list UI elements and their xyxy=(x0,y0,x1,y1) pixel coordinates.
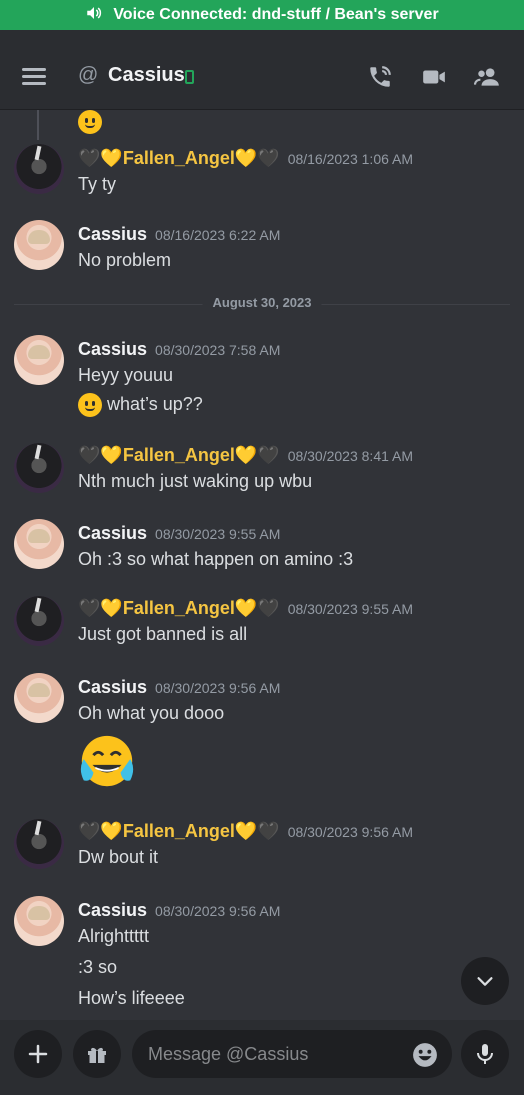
reply-connector xyxy=(37,110,39,140)
at-symbol: @ xyxy=(78,64,99,86)
voice-connected-bar[interactable]: Voice Connected: dnd-stuff / Bean's serv… xyxy=(0,0,524,30)
voice-message-button[interactable] xyxy=(461,1030,509,1078)
avatar[interactable] xyxy=(14,519,64,569)
message-text: Ty ty xyxy=(78,174,117,194)
date-divider: August 30, 2023 xyxy=(14,294,510,314)
joy-emoji-icon xyxy=(76,730,138,792)
message-input[interactable] xyxy=(132,1030,452,1078)
message-text: what’s up?? xyxy=(107,393,203,414)
gift-icon xyxy=(88,1047,106,1063)
mobile-status-icon xyxy=(185,70,194,84)
avatar[interactable] xyxy=(14,335,64,385)
plus-icon xyxy=(28,1044,48,1064)
avatar[interactable] xyxy=(14,443,64,493)
username[interactable]: Cassius xyxy=(78,224,147,244)
timestamp: 08/30/2023 8:41 AM xyxy=(287,448,414,464)
message-text: How’s lifeeee xyxy=(78,988,185,1008)
emoji-picker-icon[interactable] xyxy=(412,1042,438,1068)
voice-call-icon[interactable] xyxy=(366,64,394,90)
page-title[interactable]: Cassius xyxy=(108,64,185,87)
channel-header: @ Cassius xyxy=(0,30,524,110)
gift-button[interactable] xyxy=(73,1030,121,1078)
timestamp: 08/30/2023 9:55 AM xyxy=(155,526,281,542)
add-attachment-button[interactable] xyxy=(14,1030,62,1078)
avatar[interactable] xyxy=(14,220,64,270)
username[interactable]: Cassius xyxy=(78,523,147,543)
timestamp: 08/30/2023 9:56 AM xyxy=(155,903,281,919)
speaker-icon xyxy=(85,4,103,27)
message-text: Oh :3 so what happen on amino :3 xyxy=(78,549,354,569)
avatar[interactable] xyxy=(14,819,64,869)
timestamp: 08/30/2023 9:56 AM xyxy=(155,680,281,696)
message-text: Nth much just waking up wbu xyxy=(78,471,313,491)
voice-connected-text: Voice Connected: dnd-stuff / Bean's serv… xyxy=(113,6,439,23)
scroll-to-bottom-button[interactable] xyxy=(461,957,509,1005)
username[interactable]: Cassius xyxy=(78,900,147,920)
message-text: Heyy youuu xyxy=(78,365,174,385)
username[interactable]: 🖤💛Fallen_Angel💛🖤 xyxy=(78,821,280,841)
avatar[interactable] xyxy=(14,596,64,646)
message-text: Oh what you dooo xyxy=(78,703,225,723)
avatar[interactable] xyxy=(14,896,64,946)
username[interactable]: 🖤💛Fallen_Angel💛🖤 xyxy=(78,148,280,168)
message-text: Dw bout it xyxy=(78,847,159,867)
timestamp: 08/30/2023 9:56 AM xyxy=(287,824,414,840)
message-text: No problem xyxy=(78,250,172,270)
avatar[interactable] xyxy=(14,144,64,194)
message-list[interactable]: 🖤💛Fallen_Angel💛🖤 08/16/2023 1:06 AM Ty ty… xyxy=(0,110,524,1020)
members-icon[interactable] xyxy=(473,64,502,90)
smile-emoji-icon xyxy=(78,110,102,134)
message-text: Just got banned is all xyxy=(78,624,248,644)
message-composer xyxy=(0,1020,524,1095)
username[interactable]: 🖤💛Fallen_Angel💛🖤 xyxy=(78,445,280,465)
username[interactable]: Cassius xyxy=(78,677,147,697)
video-call-icon[interactable] xyxy=(420,64,448,90)
username[interactable]: 🖤💛Fallen_Angel💛🖤 xyxy=(78,598,280,618)
message-text: :3 so xyxy=(78,957,118,977)
timestamp: 08/30/2023 7:58 AM xyxy=(155,342,281,358)
microphone-icon xyxy=(477,1044,493,1064)
timestamp: 08/30/2023 9:55 AM xyxy=(287,601,414,617)
avatar[interactable] xyxy=(14,673,64,723)
message-text: Alrighttttt xyxy=(78,926,150,946)
menu-icon[interactable] xyxy=(22,68,46,86)
timestamp: 08/16/2023 1:06 AM xyxy=(287,151,414,167)
chevron-down-icon xyxy=(477,977,493,986)
timestamp: 08/16/2023 6:22 AM xyxy=(155,227,281,243)
username[interactable]: Cassius xyxy=(78,339,147,359)
smile-emoji-icon xyxy=(78,393,102,417)
